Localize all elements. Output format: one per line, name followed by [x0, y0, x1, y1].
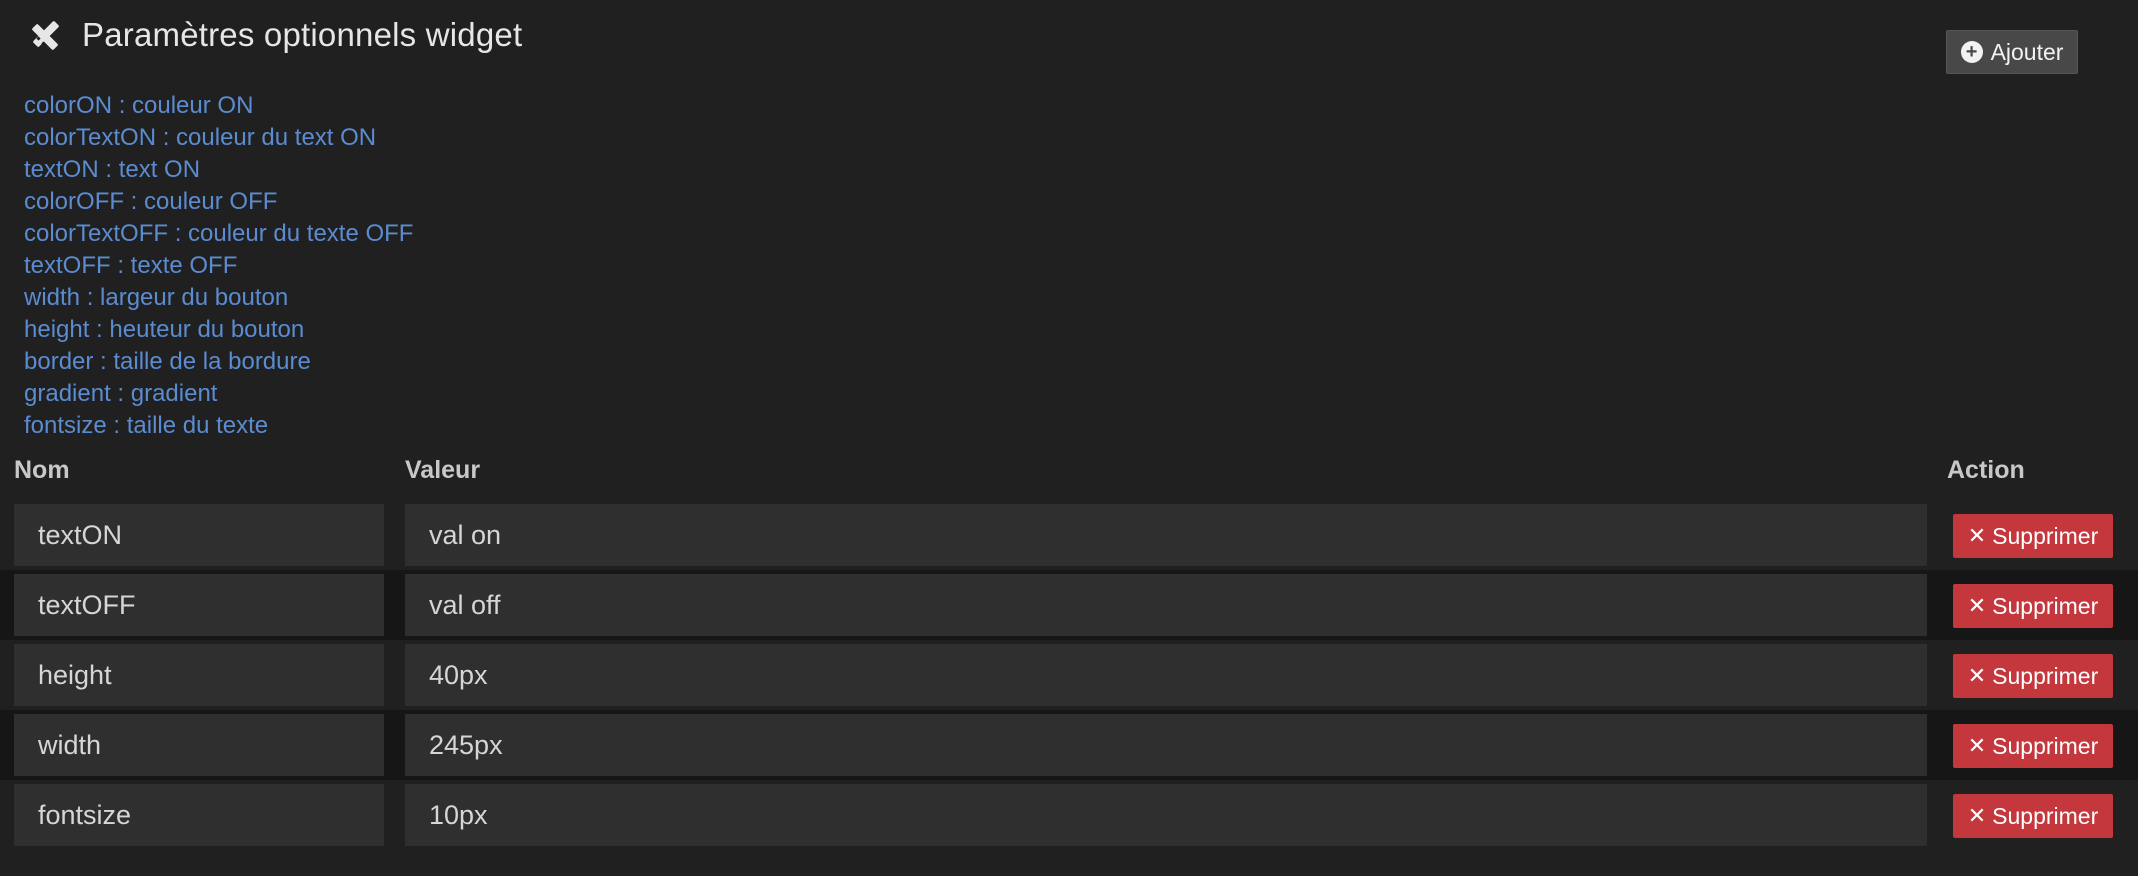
add-button[interactable]: + Ajouter: [1946, 30, 2078, 74]
help-line: border : taille de la bordure: [24, 348, 311, 375]
close-icon: ✕: [1967, 803, 1987, 828]
help-line: colorTextOFF : couleur du texte OFF: [24, 220, 414, 247]
panel-header: Paramètres optionnels widget: [28, 16, 522, 54]
plus-circle-icon: +: [1960, 41, 1983, 63]
help-line: width : largeur du bouton: [24, 284, 289, 311]
param-name-field[interactable]: fontsize: [14, 784, 384, 846]
param-value-field[interactable]: 245px: [405, 714, 1927, 776]
delete-button-label: Supprimer: [1992, 592, 2099, 619]
close-icon: ✕: [1967, 663, 1987, 688]
param-name-field[interactable]: textOFF: [14, 574, 384, 636]
parameters-table-body: textON val on ✕ Supprimer textOFF val of…: [0, 500, 2138, 850]
delete-button[interactable]: ✕ Supprimer: [1953, 724, 2113, 768]
param-value-field[interactable]: 10px: [405, 784, 1927, 846]
widget-optional-params-panel: Paramètres optionnels widget + Ajouter c…: [0, 0, 2138, 876]
help-line: height : heuteur du bouton: [24, 316, 305, 343]
delete-button[interactable]: ✕ Supprimer: [1953, 794, 2113, 838]
help-line: textOFF : texte OFF: [24, 252, 238, 279]
table-row: width 245px ✕ Supprimer: [0, 710, 2138, 780]
param-value-field[interactable]: 40px: [405, 644, 1927, 706]
help-line: colorTextON : couleur du text ON: [24, 124, 377, 151]
table-row: textOFF val off ✕ Supprimer: [0, 570, 2138, 640]
delete-button-label: Supprimer: [1992, 522, 2099, 549]
table-row: height 40px ✕ Supprimer: [0, 640, 2138, 710]
param-value-field[interactable]: val on: [405, 504, 1927, 566]
column-header-action: Action: [1947, 456, 2025, 484]
close-icon: ✕: [1967, 733, 1987, 758]
table-row: textON val on ✕ Supprimer: [0, 500, 2138, 570]
param-value-field[interactable]: val off: [405, 574, 1927, 636]
help-line: colorOFF : couleur OFF: [24, 188, 278, 215]
help-line: gradient : gradient: [24, 380, 218, 407]
parameter-help-list: colorON : couleur ON colorTextON : coule…: [24, 90, 413, 442]
delete-button[interactable]: ✕ Supprimer: [1953, 514, 2113, 558]
close-icon: ✕: [1967, 593, 1987, 618]
help-line: textON : text ON: [24, 156, 201, 183]
param-name-field[interactable]: textON: [14, 504, 384, 566]
help-line: fontsize : taille du texte: [24, 412, 269, 439]
help-line: colorON : couleur ON: [24, 92, 254, 119]
pencil-ruler-icon: [32, 21, 59, 50]
column-header-name: Nom: [14, 456, 70, 484]
column-header-value: Valeur: [405, 456, 481, 484]
close-icon: ✕: [1967, 523, 1987, 548]
param-name-field[interactable]: height: [14, 644, 384, 706]
delete-button[interactable]: ✕ Supprimer: [1953, 654, 2113, 698]
page-title: Paramètres optionnels widget: [82, 16, 523, 53]
param-name-field[interactable]: width: [14, 714, 384, 776]
delete-button-label: Supprimer: [1992, 662, 2099, 689]
table-row: fontsize 10px ✕ Supprimer: [0, 780, 2138, 850]
delete-button[interactable]: ✕ Supprimer: [1953, 584, 2113, 628]
delete-button-label: Supprimer: [1992, 802, 2099, 829]
delete-button-label: Supprimer: [1992, 732, 2099, 759]
add-button-label: Ajouter: [1990, 38, 2064, 65]
